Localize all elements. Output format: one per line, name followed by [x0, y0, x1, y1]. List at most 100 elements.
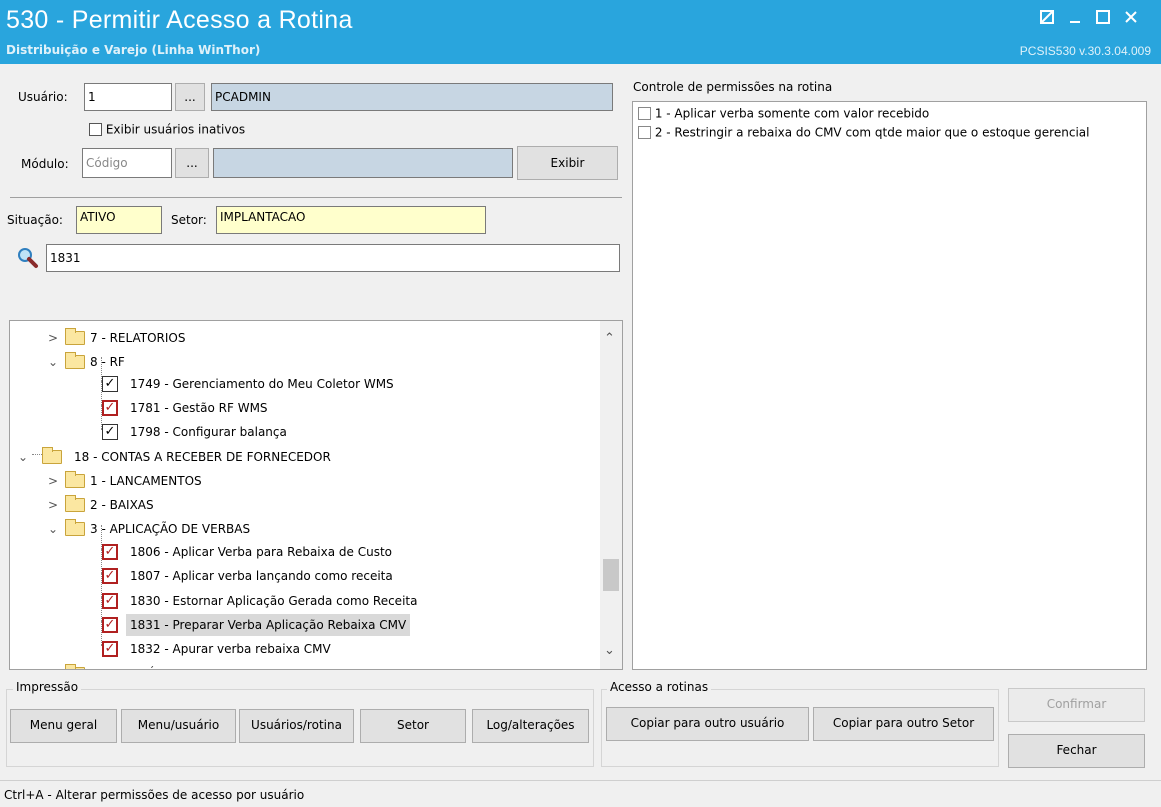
permissao-item-label: 2 - Restringir a rebaixa do CMV com qtde…	[654, 125, 1090, 140]
tree-node[interactable]: ⌄ 18 - CONTAS A RECEBER DE FORNECEDOR	[10, 445, 600, 469]
folder-icon	[65, 328, 85, 345]
usuario-label: Usuário:	[18, 90, 68, 104]
check-icon[interactable]: ✓	[102, 617, 118, 633]
fechar-button[interactable]: Fechar	[1008, 734, 1145, 768]
permissao-item-label: 1 - Aplicar verba somente com valor rece…	[654, 106, 930, 121]
status-text: Ctrl+A - Alterar permissões de acesso po…	[4, 788, 305, 802]
tree-node-label: 18 - CONTAS A RECEBER DE FORNECEDOR	[74, 450, 331, 464]
log-alteracoes-button[interactable]: Log/alterações	[472, 709, 589, 743]
routine-tree[interactable]: > 7 - RELATORIOS ⌄ 8 - RF ✓ 1749 - Geren…	[9, 320, 623, 670]
tree-node-label: 7 - RELATORIOS	[90, 331, 186, 345]
tree-node[interactable]: > 7 - RELATORIOS	[10, 326, 600, 350]
usuario-name-field: PCADMIN	[211, 83, 613, 111]
folder-icon	[65, 495, 85, 512]
scroll-up-icon[interactable]: ⌃	[604, 331, 615, 346]
scroll-down-icon[interactable]: ⌄	[604, 643, 615, 658]
tree-node-label: 4 - RELATÓRIOS	[90, 662, 185, 669]
scrollbar-thumb[interactable]	[603, 559, 619, 591]
impressao-title: Impressão	[13, 680, 82, 694]
chevron-right-icon[interactable]: >	[46, 326, 60, 350]
checkbox-icon[interactable]	[638, 107, 651, 120]
check-icon[interactable]: ✓	[102, 544, 118, 560]
close-icon[interactable]	[1120, 6, 1142, 28]
maximize-icon[interactable]	[1092, 6, 1114, 28]
check-icon[interactable]: ✓	[102, 424, 118, 440]
modulo-label: Módulo:	[21, 157, 69, 171]
check-icon[interactable]: ✓	[102, 641, 118, 657]
copiar-usuario-button[interactable]: Copiar para outro usuário	[606, 707, 809, 741]
tree-leaf-label: 1831 - Preparar Verba Aplicação Rebaixa …	[126, 614, 411, 636]
tree-leaf-label: 1832 - Apurar verba rebaixa CMV	[130, 642, 331, 656]
divider	[10, 197, 622, 198]
modulo-name-field	[213, 148, 513, 178]
tree-node-label: 1 - LANCAMENTOS	[90, 474, 202, 488]
chevron-down-icon[interactable]: ⌄	[16, 445, 30, 469]
tree-node-label: 8 - RF	[90, 355, 125, 369]
exibir-button[interactable]: Exibir	[517, 146, 618, 180]
permissao-item[interactable]: 1 - Aplicar verba somente com valor rece…	[638, 106, 929, 121]
tree-node[interactable]: ⌄ 8 - RF	[10, 350, 600, 374]
chevron-right-icon[interactable]: >	[46, 469, 60, 493]
tree-leaf[interactable]: ✓ 1781 - Gestão RF WMS	[10, 396, 600, 420]
tree-node[interactable]: > 4 - RELATÓRIOS	[10, 662, 600, 669]
tree-node[interactable]: > 2 - BAIXAS	[10, 493, 600, 517]
tree-leaf-label: 1749 - Gerenciamento do Meu Coletor WMS	[130, 377, 394, 391]
folder-icon	[65, 664, 85, 669]
window-subtitle: Distribuição e Varejo (Linha WinThor)	[6, 43, 261, 57]
tree-leaf-label: 1798 - Configurar balança	[130, 425, 287, 439]
minimize-icon[interactable]	[1064, 6, 1086, 28]
usuario-lookup-button[interactable]: ...	[175, 83, 205, 111]
tree-leaf[interactable]: ✓ 1806 - Aplicar Verba para Rebaixa de C…	[10, 540, 600, 564]
acesso-title: Acesso a rotinas	[607, 680, 712, 694]
check-icon[interactable]: ✓	[102, 568, 118, 584]
situacao-label: Situação:	[7, 213, 63, 227]
tree-scrollbar[interactable]: ⌃ ⌄	[600, 321, 622, 669]
check-icon[interactable]: ✓	[102, 593, 118, 609]
tree-node-label: 2 - BAIXAS	[90, 498, 154, 512]
search-icon	[16, 246, 40, 273]
status-bar: Ctrl+A - Alterar permissões de acesso po…	[0, 780, 1161, 807]
title-bar: 530 - Permitir Acesso a Rotina Distribui…	[0, 0, 1161, 64]
tree-node[interactable]: ⌄ 3 - APLICAÇÃO DE VERBAS	[10, 517, 600, 541]
permissao-item[interactable]: 2 - Restringir a rebaixa do CMV com qtde…	[638, 125, 1089, 140]
permissoes-list[interactable]: 1 - Aplicar verba somente com valor rece…	[632, 101, 1147, 670]
checkbox-icon[interactable]	[638, 126, 651, 139]
tree-leaf[interactable]: ✓ 1798 - Configurar balança	[10, 420, 600, 444]
menu-geral-button[interactable]: Menu geral	[10, 709, 117, 743]
chevron-right-icon[interactable]: >	[46, 662, 60, 669]
exibir-inativos-checkbox[interactable]: Exibir usuários inativos	[89, 122, 245, 137]
menu-usuario-button[interactable]: Menu/usuário	[121, 709, 236, 743]
tree-leaf[interactable]: ✓ 1832 - Apurar verba rebaixa CMV	[10, 637, 600, 661]
modulo-lookup-button[interactable]: ...	[175, 148, 209, 178]
tree-leaf-label: 1781 - Gestão RF WMS	[130, 401, 268, 415]
restore-icon[interactable]	[1036, 6, 1058, 28]
situacao-field: ATIVO	[76, 206, 162, 234]
chevron-right-icon[interactable]: >	[46, 493, 60, 517]
chevron-down-icon[interactable]: ⌄	[46, 350, 60, 374]
check-icon[interactable]: ✓	[102, 400, 118, 416]
tree-leaf-label: 1830 - Estornar Aplicação Gerada como Re…	[130, 594, 418, 608]
usuario-code-input[interactable]: 1	[84, 83, 172, 111]
tree-leaf[interactable]: ✓ 1830 - Estornar Aplicação Gerada como …	[10, 589, 600, 613]
folder-icon	[65, 352, 85, 369]
check-icon[interactable]: ✓	[102, 376, 118, 392]
exibir-inativos-label: Exibir usuários inativos	[105, 122, 246, 137]
tree-leaf-selected[interactable]: ✓ 1831 - Preparar Verba Aplicação Rebaix…	[10, 613, 600, 637]
copiar-setor-button[interactable]: Copiar para outro Setor	[813, 707, 994, 741]
tree-node[interactable]: > 1 - LANCAMENTOS	[10, 469, 600, 493]
usuarios-rotina-button[interactable]: Usuários/rotina	[239, 709, 354, 743]
tree-leaf[interactable]: ✓ 1749 - Gerenciamento do Meu Coletor WM…	[10, 372, 600, 396]
tree-leaf[interactable]: ✓ 1807 - Aplicar verba lançando como rec…	[10, 564, 600, 588]
folder-icon	[42, 447, 62, 464]
window-title: 530 - Permitir Acesso a Rotina	[6, 6, 353, 34]
folder-icon	[65, 471, 85, 488]
chevron-down-icon[interactable]: ⌄	[46, 517, 60, 541]
tree-node-label: 3 - APLICAÇÃO DE VERBAS	[90, 522, 251, 536]
search-input[interactable]: 1831	[46, 244, 620, 272]
checkbox-icon[interactable]	[89, 123, 102, 136]
setor-button[interactable]: Setor	[360, 709, 466, 743]
modulo-code-input[interactable]: Código	[82, 148, 172, 178]
permissoes-title: Controle de permissões na rotina	[633, 80, 833, 94]
tree-leaf-label: 1807 - Aplicar verba lançando como recei…	[130, 569, 393, 583]
confirmar-button[interactable]: Confirmar	[1008, 688, 1145, 722]
